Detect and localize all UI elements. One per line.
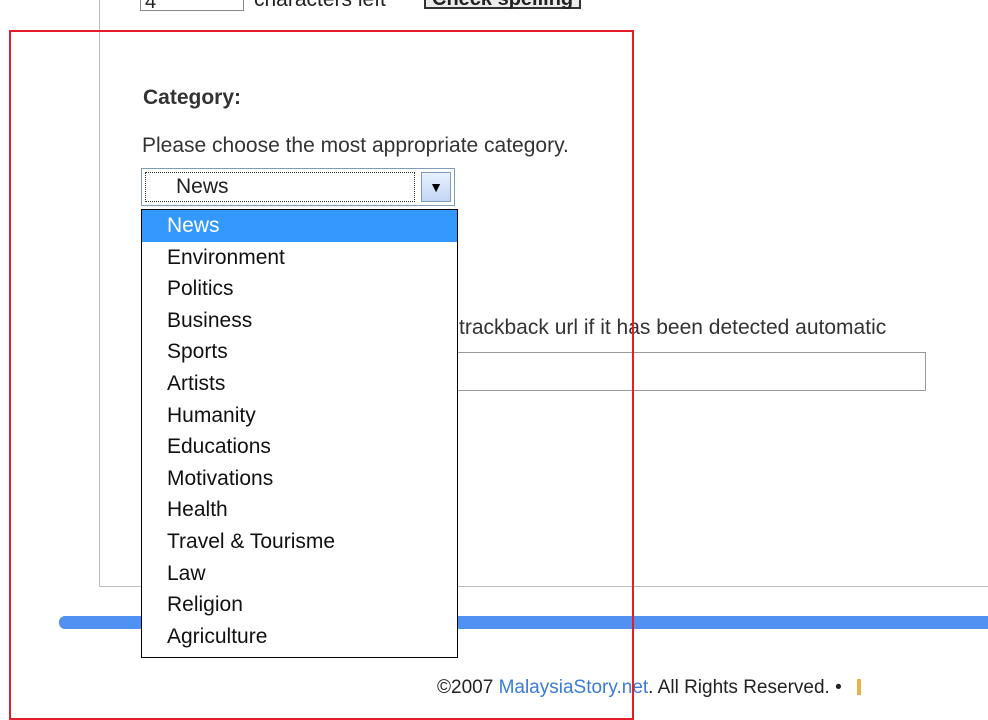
category-heading: Category:: [143, 86, 242, 109]
rights-text: . All Rights Reserved.: [648, 677, 830, 698]
category-selected-value: News: [145, 172, 415, 202]
footer-cut-link[interactable]: [857, 679, 862, 695]
trackback-label: trackback url if it has been detected au…: [459, 316, 887, 339]
category-option[interactable]: Politics: [142, 273, 457, 305]
category-option[interactable]: Health: [142, 494, 457, 526]
category-option[interactable]: Travel & Tourisme: [142, 526, 457, 558]
category-dropdown-list[interactable]: News Environment Politics Business Sports Art…: [141, 209, 458, 658]
category-select[interactable]: News ▼: [141, 168, 455, 206]
chevron-down-icon[interactable]: ▼: [421, 172, 451, 202]
site-link[interactable]: MalaysiaStory.net: [499, 677, 649, 698]
footer-separator: •: [835, 677, 842, 698]
category-option[interactable]: Humanity: [142, 400, 457, 432]
footer: ©2007 MalaysiaStory.net. All Rights Rese…: [437, 677, 862, 699]
check-spelling-button[interactable]: Check spelling: [424, 0, 582, 9]
category-option[interactable]: Motivations: [142, 463, 457, 495]
trackback-url-input[interactable]: [453, 352, 926, 391]
category-option[interactable]: Agriculture: [142, 621, 457, 653]
chars-left-label: characters left: [254, 0, 386, 12]
copyright-text: ©2007: [437, 677, 494, 698]
category-option[interactable]: Sports: [142, 336, 457, 368]
category-option[interactable]: Religion: [142, 589, 457, 621]
category-option[interactable]: Artists: [142, 368, 457, 400]
category-description: Please choose the most appropriate categ…: [142, 134, 569, 157]
category-option[interactable]: Environment: [142, 242, 457, 274]
char-count-field: 4: [140, 0, 244, 11]
category-option[interactable]: Business: [142, 305, 457, 337]
category-option[interactable]: Law: [142, 558, 457, 590]
category-option[interactable]: News: [142, 210, 457, 242]
category-option[interactable]: Educations: [142, 431, 457, 463]
